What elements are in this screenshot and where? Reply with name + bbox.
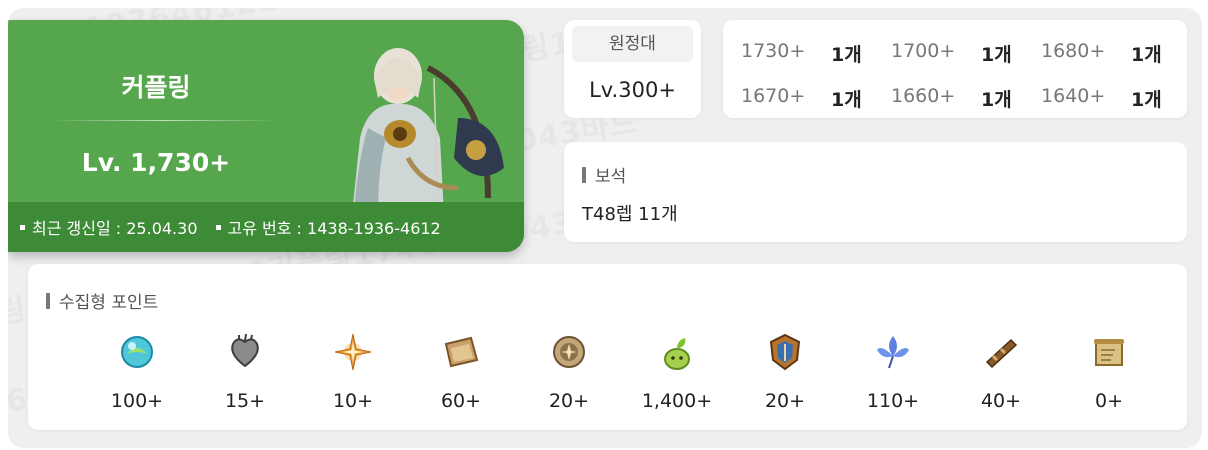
collection-value: 100+ bbox=[110, 390, 164, 412]
roster-level: 1730+ bbox=[741, 40, 806, 62]
roster-item: 1730+ 1개 bbox=[741, 40, 891, 67]
gem-title: 보석 bbox=[582, 162, 626, 187]
roster-item: 1680+ 1개 bbox=[1041, 40, 1171, 67]
profile-frame: 250430바드14381936461225043바드1438193646 커플… bbox=[8, 8, 1202, 448]
collection-item: 20+ bbox=[514, 332, 624, 412]
expedition-level: Lv.300+ bbox=[589, 78, 676, 102]
world-tree-leaf-icon bbox=[877, 336, 909, 369]
gem-title-text: 보석 bbox=[595, 167, 627, 187]
roster-count: 1개 bbox=[1131, 89, 1162, 111]
character-portrait bbox=[352, 48, 504, 214]
bullet-icon bbox=[20, 224, 25, 230]
collection-item: 15+ bbox=[190, 332, 300, 412]
section-bar-icon bbox=[46, 292, 50, 309]
spyglass-icon bbox=[985, 338, 1018, 369]
collection-row: 100+ 15+ 10+ 60+ 20+ 1,400+ 20+ 110+ 40+… bbox=[82, 332, 1142, 422]
roster-level: 1660+ bbox=[891, 85, 956, 107]
collection-item: 20+ bbox=[730, 332, 840, 412]
roster-count: 1개 bbox=[1131, 44, 1162, 66]
roster-count: 1개 bbox=[981, 44, 1012, 66]
expedition-label: 원정대 bbox=[572, 26, 693, 62]
collection-value: 0+ bbox=[1094, 390, 1123, 412]
expedition-panel: 원정대 Lv.300+ bbox=[564, 20, 701, 118]
character-name: 커플링 bbox=[121, 73, 191, 102]
roster-panel: 1730+ 1개 1700+ 1개 1680+ 1개 1670+ 1개 1660+ 1개 … bbox=[723, 20, 1187, 118]
update-date-text: 최근 갱신일 : 25.04.30 bbox=[32, 219, 198, 238]
roster-count: 1개 bbox=[981, 89, 1012, 111]
roster-item: 1700+ 1개 bbox=[891, 40, 1041, 67]
roster-grid: 1730+ 1개 1700+ 1개 1680+ 1개 1670+ 1개 1660+ 1개 … bbox=[741, 40, 1171, 112]
roster-item: 1640+ 1개 bbox=[1041, 85, 1171, 112]
collection-title: 수집형 포인트 bbox=[46, 288, 158, 313]
collection-value: 60+ bbox=[440, 390, 482, 412]
character-card: 커플링 Lv. 1,730+ 최근 갱신일 : 25.04.30 고유 번호:… bbox=[8, 20, 524, 252]
roster-count: 1개 bbox=[831, 89, 862, 111]
mokoko-seed-icon bbox=[664, 338, 690, 370]
roster-item: 1660+ 1개 bbox=[891, 85, 1041, 112]
roster-level: 1680+ bbox=[1041, 40, 1106, 62]
roster-item: 1670+ 1개 bbox=[741, 85, 891, 112]
collection-value: 15+ bbox=[224, 390, 266, 412]
collection-item: 40+ bbox=[946, 332, 1056, 412]
character-footer: 최근 갱신일 : 25.04.30 고유 번호 : 1438-1936-4612 bbox=[8, 202, 524, 252]
unique-id: 고유 번호 : 1438-1936-4612 bbox=[215, 215, 441, 239]
collection-item: 60+ bbox=[406, 332, 516, 412]
collection-item: 1,400+ bbox=[622, 332, 732, 412]
collection-title-text: 수집형 포인트 bbox=[59, 293, 159, 313]
gem-value: T48렙 11개 bbox=[582, 204, 678, 225]
collection-value: 110+ bbox=[866, 390, 920, 412]
roster-count: 1개 bbox=[831, 44, 862, 66]
scroll-map-icon bbox=[1094, 339, 1124, 366]
collection-item: 0+ bbox=[1054, 332, 1164, 412]
collection-value: 1,400+ bbox=[641, 390, 713, 412]
world-tree-crest-icon bbox=[769, 333, 801, 371]
giant-heart-icon bbox=[231, 333, 259, 368]
character-level: Lv. 1,730+ bbox=[81, 148, 231, 177]
collection-value: 20+ bbox=[548, 390, 590, 412]
update-date: 최근 갱신일 : 25.04.30 bbox=[20, 215, 198, 239]
collection-panel: 수집형 포인트 100+ 15+ 10+ 60+ 20+ 1,400+ 20+ … bbox=[28, 264, 1187, 430]
voyage-medal-icon bbox=[553, 336, 585, 368]
bullet-icon bbox=[215, 224, 221, 230]
island-heart-orb-icon bbox=[121, 336, 153, 368]
collection-item: 110+ bbox=[838, 332, 948, 412]
collection-value: 10+ bbox=[332, 390, 374, 412]
collection-value: 40+ bbox=[980, 390, 1022, 412]
collection-item: 10+ bbox=[298, 332, 408, 412]
roster-level: 1670+ bbox=[741, 85, 806, 107]
roster-level: 1700+ bbox=[891, 40, 956, 62]
section-bar-icon bbox=[582, 166, 586, 183]
collection-item: 100+ bbox=[82, 332, 192, 412]
roster-level: 1640+ bbox=[1041, 85, 1106, 107]
art-canvas-icon bbox=[444, 336, 479, 368]
gem-panel: 보석 T48렙 11개 bbox=[564, 142, 1187, 242]
divider bbox=[48, 120, 280, 121]
star-compass-icon bbox=[334, 333, 372, 371]
unique-id-text: 고유 번호 : 1438-1936-4612 bbox=[227, 219, 441, 238]
collection-value: 20+ bbox=[764, 390, 806, 412]
